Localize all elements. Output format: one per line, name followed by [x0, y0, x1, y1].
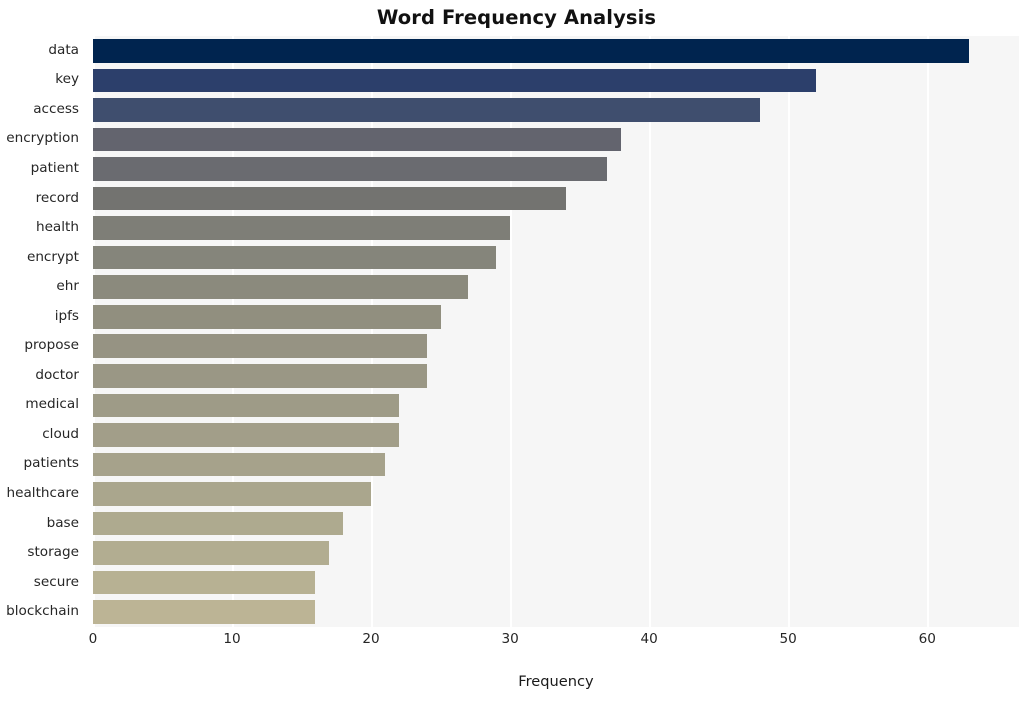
x-tick-label-30: 30 — [501, 631, 519, 647]
y-tick-label-patient: patient — [30, 159, 79, 176]
y-tick-label-propose: propose — [24, 337, 79, 354]
bar-access[interactable] — [93, 98, 761, 122]
y-tick-label-encryption: encryption — [6, 130, 79, 147]
bar-base[interactable] — [93, 511, 344, 536]
y-tick-label-cloud: cloud — [42, 425, 79, 442]
chart-figure: Word Frequency Analysis data key access enc… — [0, 0, 1033, 701]
y-tick-label-health: health — [35, 219, 79, 236]
bar-healthcare[interactable] — [93, 482, 372, 506]
y-tick-label-blockchain: blockchain — [6, 603, 79, 620]
y-tick-label-ehr: ehr — [56, 278, 79, 295]
y-tick-label-healthcare: healthcare — [6, 485, 80, 502]
bar-row — [93, 423, 1019, 447]
bar-row — [93, 98, 1019, 122]
bar-series — [93, 36, 1019, 627]
x-tick-label-50: 50 — [779, 631, 797, 647]
bar-row — [93, 68, 1019, 93]
x-tick-label-60: 60 — [918, 631, 936, 647]
x-tick-label-40: 40 — [640, 631, 658, 647]
bar-row — [93, 600, 1019, 625]
bar-blockchain[interactable] — [93, 600, 316, 625]
chart-title: Word Frequency Analysis — [376, 6, 657, 29]
bar-health[interactable] — [93, 216, 511, 240]
bar-row — [93, 245, 1019, 270]
y-tick-label-data: data — [48, 41, 79, 58]
bar-row — [93, 364, 1019, 388]
bar-row — [93, 393, 1019, 418]
bar-doctor[interactable] — [93, 364, 427, 388]
bar-record[interactable] — [93, 186, 566, 211]
bar-row — [93, 570, 1019, 595]
plot-area — [93, 36, 1019, 627]
bar-patient[interactable] — [93, 157, 608, 181]
y-tick-label-storage: storage — [27, 544, 79, 561]
x-axis-tick-labels: 0 10 20 30 40 50 60 — [0, 631, 1033, 655]
bar-row — [93, 452, 1019, 477]
x-axis-title: Frequency — [518, 673, 594, 690]
bar-storage[interactable] — [93, 541, 330, 565]
bar-row — [93, 38, 1019, 63]
x-tick-label-20: 20 — [362, 631, 380, 647]
bar-row — [93, 216, 1019, 240]
bar-patients[interactable] — [93, 452, 385, 477]
x-tick-label-0: 0 — [88, 631, 98, 647]
y-tick-label-record: record — [35, 189, 79, 206]
bar-row — [93, 541, 1019, 565]
y-tick-label-encrypt: encrypt — [26, 248, 79, 265]
x-tick-label-10: 10 — [223, 631, 241, 647]
y-tick-label-medical: medical — [25, 396, 79, 413]
y-tick-label-patients: patients — [23, 455, 79, 472]
bar-cloud[interactable] — [93, 423, 399, 447]
bar-row — [93, 511, 1019, 536]
bar-propose[interactable] — [93, 334, 427, 359]
bar-row — [93, 304, 1019, 329]
y-tick-label-access: access — [33, 100, 79, 117]
bar-data[interactable] — [93, 38, 969, 63]
bar-key[interactable] — [93, 68, 816, 93]
y-axis-tick-labels: data key access encryption patient record heal… — [0, 36, 86, 627]
bar-encryption[interactable] — [93, 127, 622, 152]
y-tick-label-secure: secure — [33, 573, 79, 590]
bar-row — [93, 334, 1019, 359]
bar-row — [93, 157, 1019, 181]
bar-medical[interactable] — [93, 393, 399, 418]
bar-row — [93, 127, 1019, 152]
y-tick-label-base: base — [46, 514, 79, 531]
bar-secure[interactable] — [93, 570, 316, 595]
y-tick-label-ipfs: ipfs — [54, 307, 79, 324]
bar-encrypt[interactable] — [93, 245, 497, 270]
bar-row — [93, 275, 1019, 299]
bar-row — [93, 186, 1019, 211]
bar-ehr[interactable] — [93, 275, 469, 299]
bar-row — [93, 482, 1019, 506]
bar-ipfs[interactable] — [93, 304, 441, 329]
y-tick-label-doctor: doctor — [35, 366, 79, 383]
y-tick-label-key: key — [55, 71, 79, 88]
